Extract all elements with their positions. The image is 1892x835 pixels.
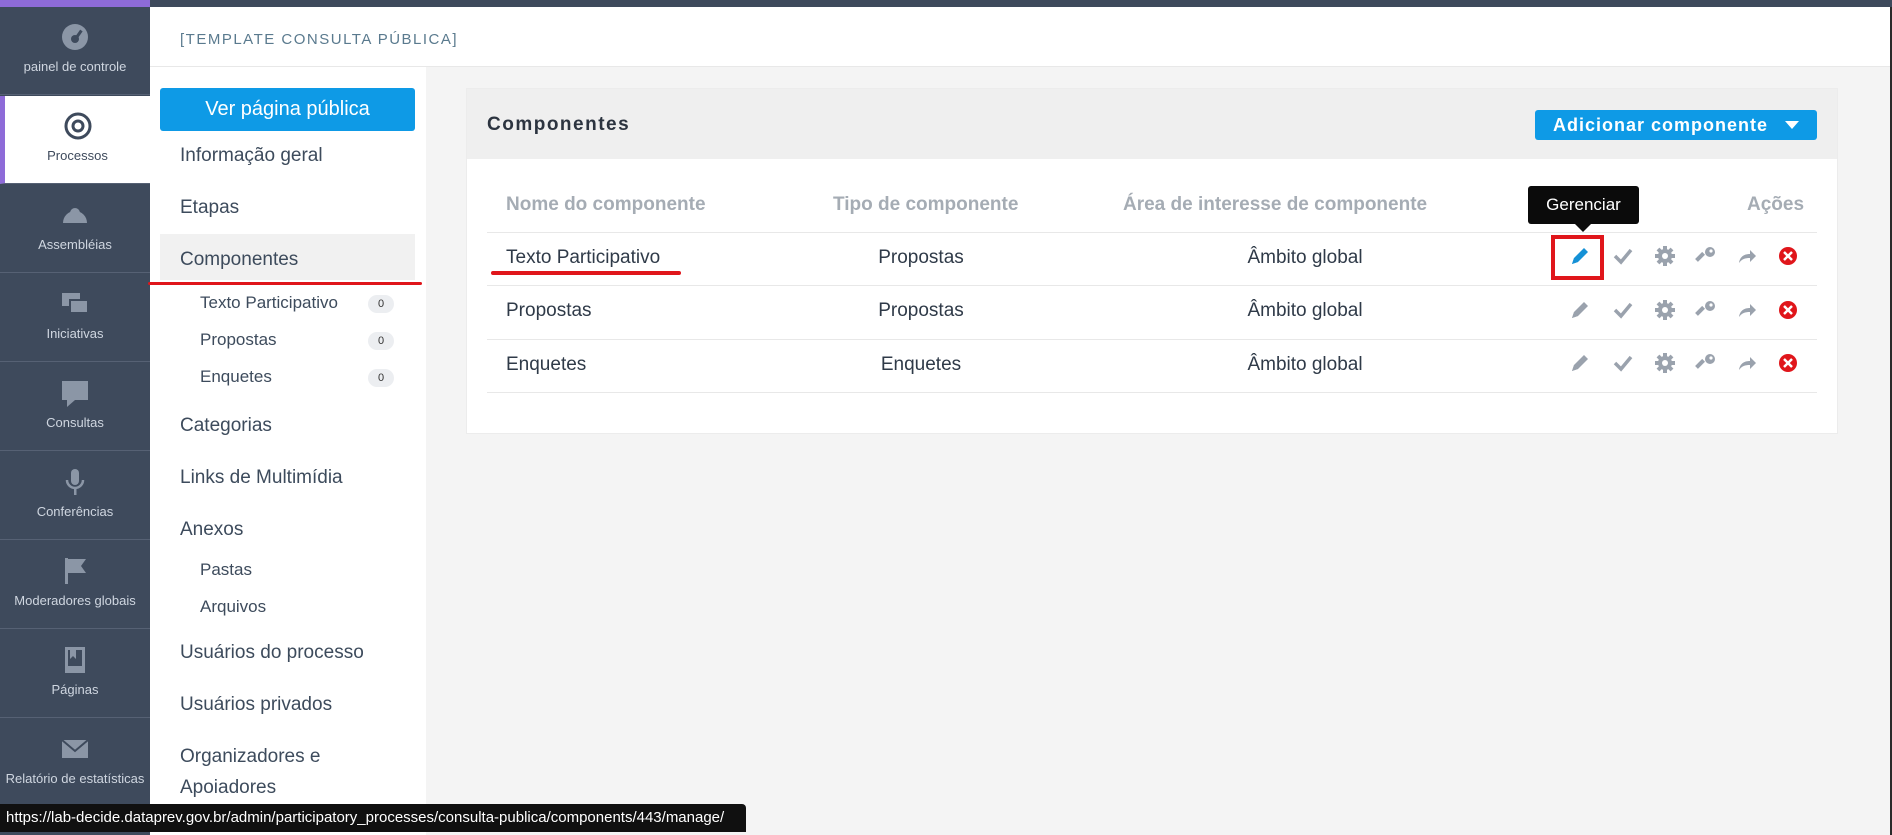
nav-item-label: Páginas <box>51 682 99 697</box>
flag-icon <box>65 558 86 584</box>
annotation-highlight-box <box>1551 235 1604 280</box>
nav-item-label: Consultas <box>46 415 104 430</box>
nav-item-label: Iniciativas <box>46 326 104 341</box>
share-arrow-icon[interactable] <box>1735 351 1759 375</box>
row-divider <box>487 339 1817 340</box>
component-type: Enquetes <box>880 354 962 375</box>
sidebar-link-categories[interactable]: Categorias <box>180 415 272 437</box>
annotation-underline <box>148 282 422 285</box>
nav-item-dashboard[interactable]: painel de controle <box>0 7 150 95</box>
row-divider <box>487 285 1817 286</box>
nav-item-label: Relatório de estatísticas <box>5 771 145 786</box>
check-icon[interactable] <box>1611 244 1635 268</box>
book-icon <box>65 647 85 673</box>
sidebar-link-general-info[interactable]: Informação geral <box>180 145 323 167</box>
card-title: Componentes <box>487 114 631 135</box>
assembly-icon <box>63 208 87 223</box>
chat-bubbles-icon <box>62 293 89 314</box>
component-name: Enquetes <box>506 354 587 375</box>
page-header: [TEMPLATE CONSULTA PÚBLICA] <box>150 7 1892 67</box>
process-sidebar: Ver página pública Informação geral Etap… <box>150 67 426 835</box>
pencil-icon[interactable] <box>1568 351 1592 375</box>
row-divider <box>487 392 1817 393</box>
sidebar-link-components[interactable]: Componentes <box>180 249 298 271</box>
sidebar-link-steps[interactable]: Etapas <box>180 197 239 219</box>
nav-item-processes[interactable]: Processos <box>0 96 150 184</box>
view-public-page-button[interactable]: Ver página pública <box>160 88 415 131</box>
gear-icon[interactable] <box>1653 244 1677 268</box>
column-header-actions: Ações <box>1747 194 1805 215</box>
key-icon[interactable] <box>1695 351 1719 375</box>
link-status-bar: https://lab-decide.dataprev.gov.br/admin… <box>0 804 746 832</box>
nav-item-statistics-report[interactable]: Relatório de estatísticas <box>0 719 150 807</box>
delete-icon[interactable] <box>1776 351 1800 375</box>
sidebar-subitem-participatory-text[interactable]: Texto Participativo <box>200 293 338 313</box>
tooltip-arrow <box>1575 224 1591 232</box>
gear-icon[interactable] <box>1653 298 1677 322</box>
nav-item-label: Assembléias <box>38 237 112 252</box>
check-icon[interactable] <box>1611 351 1635 375</box>
tooltip-text: Gerenciar <box>1546 195 1621 214</box>
nav-item-pages[interactable]: Páginas <box>0 630 150 718</box>
component-scope: Âmbito global <box>1247 247 1363 268</box>
nav-item-consultations[interactable]: Consultas <box>0 363 150 451</box>
component-name: Propostas <box>506 300 592 321</box>
count-badge: 0 <box>368 295 394 313</box>
nav-item-assemblies[interactable]: Assembléias <box>0 185 150 273</box>
main-navigation: painel de controle Processos Assembléias… <box>0 7 150 835</box>
component-scope: Âmbito global <box>1247 300 1363 321</box>
add-component-label: Adicionar componente <box>1553 114 1769 135</box>
nav-item-initiatives[interactable]: Iniciativas <box>0 274 150 362</box>
nav-item-label: Conferências <box>36 504 114 519</box>
sidebar-link-multimedia[interactable]: Links de Multimídia <box>180 467 343 489</box>
microphone-icon <box>65 469 85 495</box>
check-icon[interactable] <box>1611 298 1635 322</box>
row-divider <box>487 232 1817 233</box>
top-bar <box>0 0 1892 7</box>
add-component-button[interactable]: Adicionar componente <box>1535 110 1817 140</box>
sidebar-link-attachments[interactable]: Anexos <box>180 519 243 541</box>
share-arrow-icon[interactable] <box>1735 298 1759 322</box>
component-type: Propostas <box>878 247 964 268</box>
component-scope: Âmbito global <box>1247 354 1363 375</box>
count-badge: 0 <box>368 369 394 387</box>
top-bar-accent <box>0 0 150 7</box>
sidebar-subitem-folders[interactable]: Pastas <box>200 560 252 580</box>
gear-icon[interactable] <box>1653 351 1677 375</box>
column-header-type: Tipo de componente <box>833 194 1019 215</box>
column-header-scope: Área de interesse de componente <box>1123 194 1428 215</box>
component-type: Propostas <box>878 300 964 321</box>
card-header: Componentes Adicionar componente <box>467 89 1837 159</box>
component-name: Texto Participativo <box>506 247 661 268</box>
caret-down-icon <box>1785 121 1799 129</box>
delete-icon[interactable] <box>1776 298 1800 322</box>
mail-icon <box>61 739 89 758</box>
nav-item-global-moderators[interactable]: Moderadores globais <box>0 541 150 629</box>
pencil-icon[interactable] <box>1568 298 1592 322</box>
sidebar-subitem-polls[interactable]: Enquetes <box>200 367 272 387</box>
nav-item-label: Processos <box>47 148 108 163</box>
key-icon[interactable] <box>1695 244 1719 268</box>
manage-tooltip: Gerenciar <box>1528 186 1639 232</box>
nav-item-conferences[interactable]: Conferências <box>0 452 150 540</box>
key-icon[interactable] <box>1695 298 1719 322</box>
column-header-name: Nome do componente <box>506 194 706 215</box>
comment-icon <box>62 381 88 407</box>
nav-item-label: Moderadores globais <box>14 593 136 608</box>
annotation-underline <box>491 271 681 275</box>
share-arrow-icon[interactable] <box>1735 244 1759 268</box>
sidebar-link-organizers-cont[interactable]: Apoiadores <box>180 777 276 799</box>
sidebar-link-process-users[interactable]: Usuários do processo <box>180 642 364 664</box>
sidebar-link-organizers[interactable]: Organizadores e <box>180 746 320 768</box>
sidebar-link-private-users[interactable]: Usuários privados <box>180 694 332 716</box>
target-icon <box>64 112 91 140</box>
sidebar-subitem-files[interactable]: Arquivos <box>200 597 266 617</box>
sidebar-subitem-proposals[interactable]: Propostas <box>200 330 277 350</box>
page-title: [TEMPLATE CONSULTA PÚBLICA] <box>180 31 459 48</box>
count-badge: 0 <box>368 332 394 350</box>
dashboard-icon <box>62 24 88 50</box>
nav-item-label: painel de controle <box>23 59 127 74</box>
delete-icon[interactable] <box>1776 244 1800 268</box>
